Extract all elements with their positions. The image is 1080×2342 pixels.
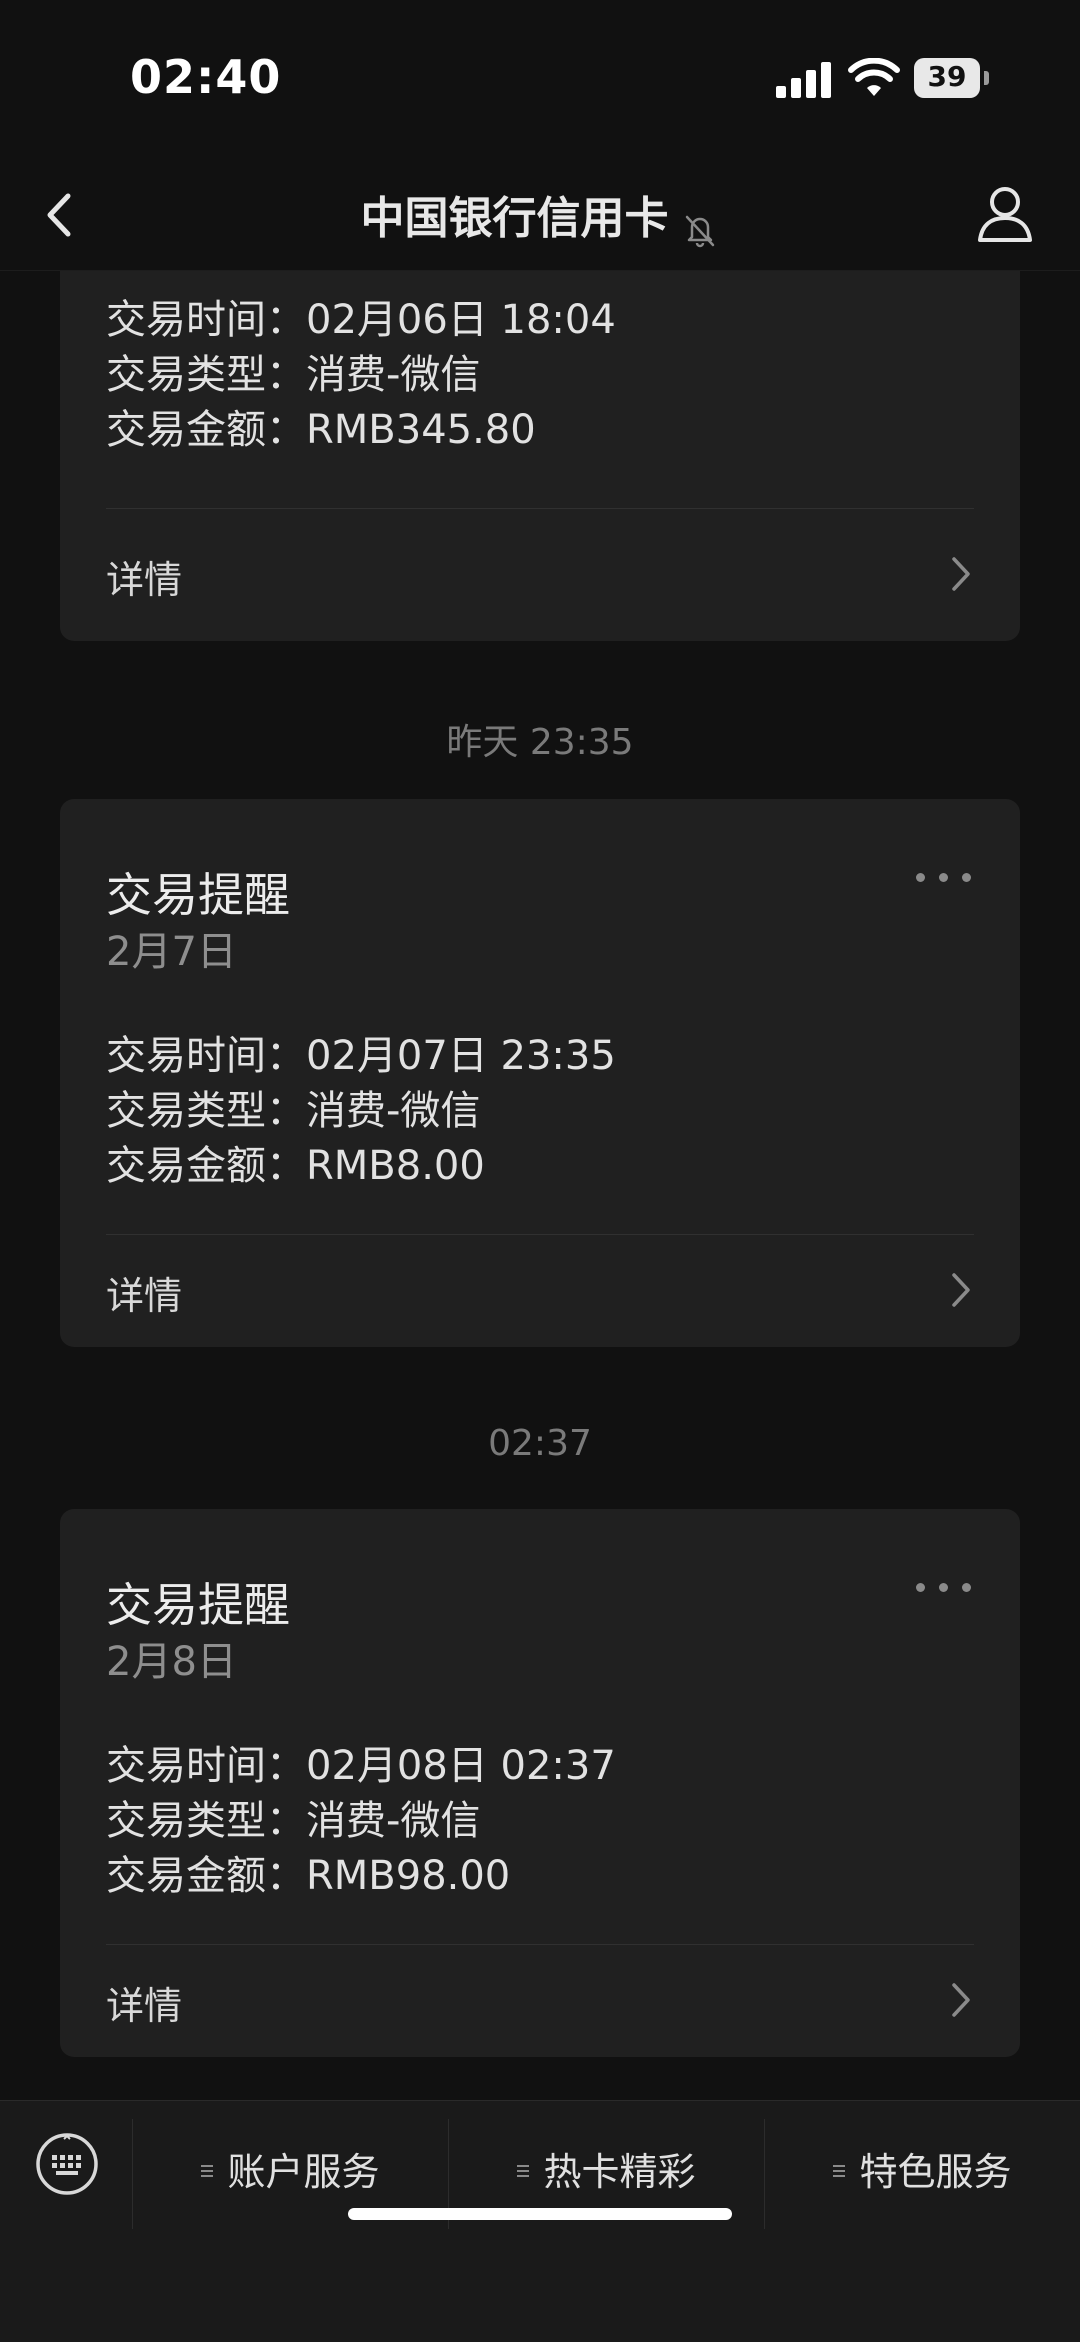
transaction-row: 交易金额：RMB98.00 (106, 1843, 510, 1901)
row-value: 02月07日 23:35 (306, 1033, 616, 1079)
menu-account-services[interactable]: 账户服务 (133, 2141, 448, 2201)
nav-title-wrap: 中国银行信用卡 (0, 182, 1080, 249)
menu-lines-icon (201, 2162, 215, 2180)
menu-label: 特色服务 (859, 2150, 1012, 2194)
transaction-row: 交易类型：消费-微信 (106, 1078, 480, 1136)
keyboard-icon[interactable] (34, 2131, 100, 2197)
menu-featured-services[interactable]: 特色服务 (765, 2141, 1080, 2201)
detail-label: 详情 (106, 558, 183, 602)
more-options-icon[interactable] (916, 869, 972, 885)
row-value: 消费-微信 (306, 352, 481, 398)
detail-link[interactable]: 详情 (60, 1945, 1020, 2057)
detail-link[interactable]: 详情 (60, 1235, 1020, 1347)
transaction-row: 交易时间：02月07日 23:35 (106, 1023, 616, 1081)
row-label: 交易金额： (106, 407, 306, 453)
chevron-right-icon (952, 1273, 970, 1307)
row-value: 消费-微信 (306, 1088, 481, 1134)
home-indicator[interactable] (348, 2208, 732, 2220)
chevron-right-icon (952, 557, 970, 591)
menu-label: 热卡精彩 (543, 2150, 696, 2194)
transaction-card: 交易时间：02月06日 18:04 交易类型：消费-微信 交易金额：RMB345… (60, 271, 1020, 641)
row-label: 交易金额： (106, 1853, 306, 1899)
page-title: 中国银行信用卡 (360, 193, 669, 244)
row-value: 02月08日 02:37 (306, 1743, 616, 1789)
row-value: RMB8.00 (306, 1143, 485, 1189)
detail-label: 详情 (106, 1274, 183, 1318)
menu-lines-icon (517, 2162, 531, 2180)
more-options-icon[interactable] (916, 1579, 972, 1595)
transaction-row: 交易时间：02月06日 18:04 (106, 287, 616, 345)
detail-label: 详情 (106, 1984, 183, 2028)
transaction-row: 交易类型：消费-微信 (106, 342, 480, 400)
transaction-row: 交易金额：RMB8.00 (106, 1133, 485, 1191)
row-label: 交易金额： (106, 1143, 306, 1189)
transaction-card: 交易提醒 2月8日 交易时间：02月08日 02:37 交易类型：消费-微信 交… (60, 1509, 1020, 2057)
row-label: 交易时间： (106, 1033, 306, 1079)
card-date: 2月8日 (106, 1639, 237, 1685)
status-bar: 02:40 39 (0, 0, 1080, 160)
row-label: 交易时间： (106, 297, 306, 343)
profile-icon[interactable] (970, 180, 1040, 250)
message-list[interactable]: 交易时间：02月06日 18:04 交易类型：消费-微信 交易金额：RMB345… (0, 271, 1080, 2101)
wifi-icon (848, 58, 900, 96)
row-label: 交易类型： (106, 352, 306, 398)
battery-icon: 39 (914, 58, 989, 98)
detail-link[interactable]: 详情 (60, 509, 1020, 641)
row-value: RMB98.00 (306, 1853, 511, 1899)
row-label: 交易类型： (106, 1088, 306, 1134)
row-value: RMB345.80 (306, 407, 536, 453)
row-value: 02月06日 18:04 (306, 297, 616, 343)
nav-bar: 中国银行信用卡 (0, 160, 1080, 271)
transaction-row: 交易时间：02月08日 02:37 (106, 1733, 616, 1791)
row-label: 交易类型： (106, 1798, 306, 1844)
status-time: 02:40 (130, 50, 282, 104)
transaction-row: 交易类型：消费-微信 (106, 1788, 480, 1846)
menu-lines-icon (833, 2162, 847, 2180)
row-value: 消费-微信 (306, 1798, 481, 1844)
chevron-right-icon (952, 1983, 970, 2017)
card-date: 2月7日 (106, 929, 237, 975)
card-title: 交易提醒 (106, 1578, 290, 1632)
bottom-menu-bar: 账户服务 热卡精彩 特色服务 (0, 2100, 1080, 2342)
menu-hot-cards[interactable]: 热卡精彩 (449, 2141, 764, 2201)
battery-level: 39 (927, 60, 967, 93)
card-title: 交易提醒 (106, 868, 290, 922)
message-timestamp: 昨天 23:35 (446, 722, 634, 763)
transaction-card: 交易提醒 2月7日 交易时间：02月07日 23:35 交易类型：消费-微信 交… (60, 799, 1020, 1347)
menu-label: 账户服务 (227, 2150, 380, 2194)
transaction-row: 交易金额：RMB345.80 (106, 397, 536, 455)
cellular-signal-icon (776, 62, 832, 98)
message-timestamp: 02:37 (488, 1423, 592, 1464)
bell-slash-icon (685, 215, 714, 247)
row-label: 交易时间： (106, 1743, 306, 1789)
